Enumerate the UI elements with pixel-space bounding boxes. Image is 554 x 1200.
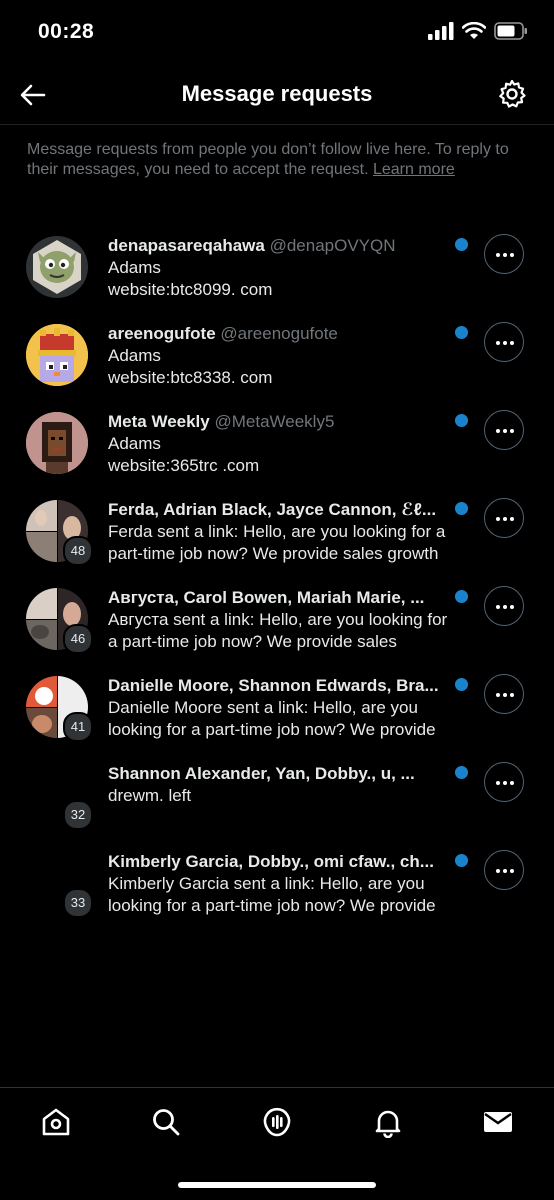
unread-dot bbox=[455, 590, 468, 603]
group-names: Августа, Carol Bowen, Mariah Marie, ... bbox=[108, 588, 425, 607]
learn-more-link[interactable]: Learn more bbox=[373, 161, 455, 178]
sender-handle: @areenogufote bbox=[220, 324, 338, 343]
row-text: denapasareqahawa @denapOVYQN Adams websi… bbox=[108, 234, 458, 301]
row-text: Kimberly Garcia, Dobby., omi cfaw., ch..… bbox=[108, 850, 458, 917]
list-item[interactable]: denapasareqahawa @denapOVYQN Adams websi… bbox=[0, 224, 554, 312]
avatar[interactable] bbox=[26, 412, 88, 474]
message-preview-line2: looking for a part-time job now? We prov… bbox=[108, 720, 436, 739]
avatar[interactable] bbox=[26, 324, 88, 386]
participant-count-badge: 32 bbox=[63, 800, 93, 830]
row-text: Danielle Moore, Shannon Edwards, Bra... … bbox=[108, 674, 458, 741]
row-text: Ferda, Adrian Black, Jayce Cannon, ℰℓ...… bbox=[108, 498, 458, 565]
list-item[interactable]: 46 Августа, Carol Bowen, Mariah Marie, .… bbox=[0, 576, 554, 664]
more-options-button[interactable] bbox=[484, 322, 524, 362]
participant-count-badge: 46 bbox=[63, 624, 93, 654]
message-preview-line2: website:btc8338. com bbox=[108, 368, 273, 387]
list-item[interactable]: 33 Kimberly Garcia, Dobby., omi cfaw., c… bbox=[0, 840, 554, 928]
unread-dot bbox=[455, 766, 468, 779]
message-preview-line1: Adams bbox=[108, 346, 161, 365]
group-names: Ferda, Adrian Black, Jayce Cannon, ℰℓ... bbox=[108, 500, 437, 519]
battery-icon bbox=[494, 22, 527, 40]
row-text: Августа, Carol Bowen, Mariah Marie, ... … bbox=[108, 586, 458, 653]
top-nav: Message requests bbox=[0, 64, 554, 124]
unread-dot bbox=[455, 326, 468, 339]
spaces-icon[interactable] bbox=[261, 1106, 293, 1138]
message-preview-line2: website:btc8099. com bbox=[108, 280, 273, 299]
unread-dot bbox=[455, 678, 468, 691]
group-names: Shannon Alexander, Yan, Dobby., u, ... bbox=[108, 764, 415, 783]
participant-count-badge: 33 bbox=[63, 888, 93, 918]
list-item[interactable]: areenogufote @areenogufote Adams website… bbox=[0, 312, 554, 400]
home-icon[interactable] bbox=[40, 1106, 72, 1138]
message-preview-line1: Августа sent a link: Hello, are you look… bbox=[108, 610, 448, 629]
status-icons bbox=[428, 22, 528, 40]
group-names: Kimberly Garcia, Dobby., omi cfaw., ch..… bbox=[108, 852, 434, 871]
message-preview-line1: drewm. left bbox=[108, 786, 192, 805]
row-text: Shannon Alexander, Yan, Dobby., u, ... d… bbox=[108, 762, 458, 807]
group-names: Danielle Moore, Shannon Edwards, Bra... bbox=[108, 676, 439, 695]
message-preview-line1: Adams bbox=[108, 434, 161, 453]
list-item[interactable]: 48 Ferda, Adrian Black, Jayce Cannon, ℰℓ… bbox=[0, 488, 554, 576]
sender-handle: @MetaWeekly5 bbox=[214, 412, 335, 431]
message-preview-line2: part-time job now? We provide sales grow… bbox=[108, 544, 439, 563]
avatar-image bbox=[26, 324, 88, 386]
more-options-button[interactable] bbox=[484, 410, 524, 450]
bottom-tab-bar bbox=[0, 1088, 554, 1158]
more-options-button[interactable] bbox=[484, 498, 524, 538]
avatar[interactable] bbox=[26, 236, 88, 298]
list-item[interactable]: 41 Danielle Moore, Shannon Edwards, Bra.… bbox=[0, 664, 554, 752]
message-preview-line2: looking for a part-time job now? We prov… bbox=[108, 896, 436, 915]
message-request-list: denapasareqahawa @denapOVYQN Adams websi… bbox=[0, 224, 554, 928]
page-title: Message requests bbox=[181, 81, 373, 106]
row-text: Meta Weekly @MetaWeekly5 Adams website:3… bbox=[108, 410, 458, 477]
participant-count-badge: 41 bbox=[63, 712, 93, 742]
more-options-button[interactable] bbox=[484, 674, 524, 714]
more-options-button[interactable] bbox=[484, 762, 524, 802]
message-preview-line1: Danielle Moore sent a link: Hello, are y… bbox=[108, 698, 418, 717]
status-time: 00:28 bbox=[38, 20, 95, 43]
message-preview-line2: website:365trc .com bbox=[108, 456, 260, 475]
search-icon[interactable] bbox=[150, 1106, 182, 1138]
avatar-image bbox=[26, 412, 88, 474]
row-text: areenogufote @areenogufote Adams website… bbox=[108, 322, 458, 389]
sender-name: areenogufote bbox=[108, 324, 216, 343]
sender-name: denapasareqahawa bbox=[108, 236, 265, 255]
message-preview-line1: Kimberly Garcia sent a link: Hello, are … bbox=[108, 874, 425, 893]
unread-dot bbox=[455, 414, 468, 427]
signal-icon bbox=[428, 22, 454, 40]
messages-icon[interactable] bbox=[482, 1106, 514, 1138]
home-indicator bbox=[178, 1182, 376, 1188]
more-options-button[interactable] bbox=[484, 850, 524, 890]
unread-dot bbox=[455, 238, 468, 251]
more-options-button[interactable] bbox=[484, 234, 524, 274]
unread-dot bbox=[455, 502, 468, 515]
message-preview-line1: Adams bbox=[108, 258, 161, 277]
header-divider bbox=[0, 124, 554, 125]
status-bar: 00:28 bbox=[0, 0, 554, 64]
sender-handle: @denapOVYQN bbox=[269, 236, 396, 255]
list-item[interactable]: 32 Shannon Alexander, Yan, Dobby., u, ..… bbox=[0, 752, 554, 840]
more-options-button[interactable] bbox=[484, 586, 524, 626]
participant-count-badge: 48 bbox=[63, 536, 93, 566]
gear-icon[interactable] bbox=[496, 78, 528, 110]
sender-name: Meta Weekly bbox=[108, 412, 210, 431]
message-preview-line1: Ferda sent a link: Hello, are you lookin… bbox=[108, 522, 446, 541]
avatar-image bbox=[33, 240, 81, 294]
unread-dot bbox=[455, 854, 468, 867]
wifi-icon bbox=[462, 22, 486, 39]
message-preview-line2: a part-time job now? We provide sales bbox=[108, 632, 397, 651]
list-item[interactable]: Meta Weekly @MetaWeekly5 Adams website:3… bbox=[0, 400, 554, 488]
notifications-icon[interactable] bbox=[372, 1106, 404, 1138]
info-text: Message requests from people you don’t f… bbox=[27, 140, 527, 180]
